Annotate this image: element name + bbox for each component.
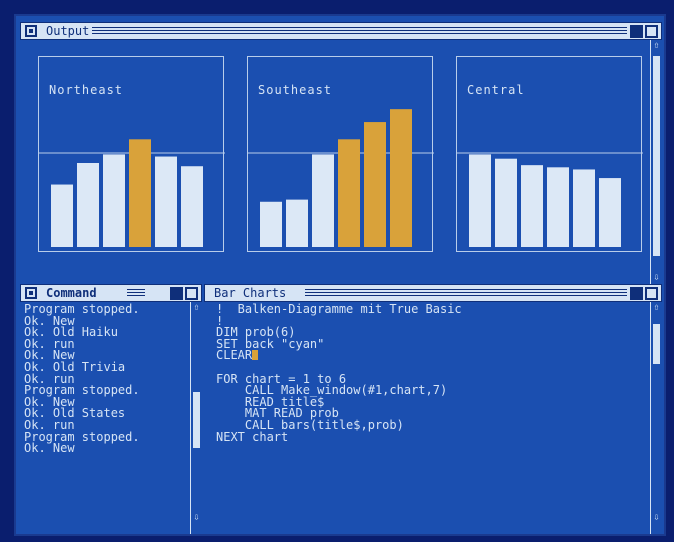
editor-scrollbar[interactable]: ⇧ ⇩ xyxy=(650,302,662,534)
bar-chart-central xyxy=(457,152,643,247)
bar-2 xyxy=(77,163,99,247)
command-output-line: Ok. New xyxy=(24,441,75,456)
scroll-thumb[interactable] xyxy=(653,56,660,256)
bar-6 xyxy=(181,166,203,247)
titlebar-stripes xyxy=(43,27,627,36)
scroll-down-arrow-icon[interactable]: ⇩ xyxy=(651,512,662,524)
bar-4 xyxy=(338,139,360,247)
command-window-title: Command xyxy=(43,286,100,301)
bar-6 xyxy=(599,178,621,247)
bar-3 xyxy=(521,165,543,247)
scroll-thumb[interactable] xyxy=(193,392,200,448)
bar-6 xyxy=(390,109,412,248)
resize-box-icon[interactable] xyxy=(645,287,658,300)
scroll-up-arrow-icon[interactable]: ⇧ xyxy=(651,40,662,52)
desktop-screen: Output Northeast Southeast Central ⇧ ⇩ C… xyxy=(14,14,666,536)
bar-2 xyxy=(286,199,308,247)
bar-chart-northeast xyxy=(39,139,225,247)
output-window-title: Output xyxy=(43,24,93,39)
code-line: ! Balken-Diagramme mit True Basic xyxy=(216,302,462,316)
zoom-box-icon[interactable] xyxy=(630,287,643,300)
chart-panel-southeast: Southeast xyxy=(247,56,434,252)
bar-3 xyxy=(103,154,125,247)
resize-box-icon[interactable] xyxy=(185,287,198,300)
scroll-down-arrow-icon[interactable]: ⇩ xyxy=(651,272,662,284)
bar-4 xyxy=(547,167,569,247)
bar-5 xyxy=(364,122,386,247)
command-window: Command Program stopped. Ok. New Ok. Old H… xyxy=(20,284,202,534)
bar-chart-southeast xyxy=(248,109,434,248)
titlebar-stripes xyxy=(127,289,145,298)
titlebar-stripes xyxy=(305,289,627,298)
bar-1 xyxy=(469,154,491,247)
bar-1 xyxy=(51,184,73,247)
zoom-box-icon[interactable] xyxy=(630,25,643,38)
text-cursor xyxy=(252,350,259,361)
code-editor[interactable]: ! Balken-Diagramme mit True Basic! DIM pr… xyxy=(204,302,650,534)
output-window: Output Northeast Southeast Central ⇧ ⇩ xyxy=(20,22,662,286)
code-line: SET back "cyan" xyxy=(216,336,325,351)
scroll-up-arrow-icon[interactable]: ⇧ xyxy=(191,302,202,314)
editor-titlebar[interactable]: Bar Charts xyxy=(204,284,662,302)
chart-panel-northeast: Northeast xyxy=(38,56,225,252)
command-scrollbar[interactable]: ⇧ ⇩ xyxy=(190,302,202,534)
bar-4 xyxy=(129,139,151,247)
scroll-down-arrow-icon[interactable]: ⇩ xyxy=(191,512,202,524)
command-titlebar[interactable]: Command xyxy=(20,284,202,302)
zoom-box-icon[interactable] xyxy=(170,287,183,300)
bar-1 xyxy=(260,201,282,247)
bar-3 xyxy=(312,154,334,247)
scroll-up-arrow-icon[interactable]: ⇧ xyxy=(651,302,662,314)
resize-box-icon[interactable] xyxy=(645,25,658,38)
output-scrollbar[interactable]: ⇧ ⇩ xyxy=(650,40,662,286)
chart-panel-central: Central xyxy=(456,56,643,252)
command-output[interactable]: Program stopped. Ok. New Ok. Old Haiku Ok. … xyxy=(20,302,190,534)
bar-2 xyxy=(495,158,517,247)
close-box-icon[interactable] xyxy=(25,287,37,299)
scroll-thumb[interactable] xyxy=(653,324,660,364)
bar-5 xyxy=(155,156,177,247)
editor-window-title: Bar Charts xyxy=(211,286,290,301)
close-box-icon[interactable] xyxy=(25,25,37,37)
output-titlebar[interactable]: Output xyxy=(20,22,662,40)
code-line: CLEAR xyxy=(216,349,646,362)
bar-5 xyxy=(573,169,595,247)
code-line: NEXT chart xyxy=(216,429,289,444)
editor-window: Bar Charts ! Balken-Diagramme mit True B… xyxy=(204,284,662,534)
